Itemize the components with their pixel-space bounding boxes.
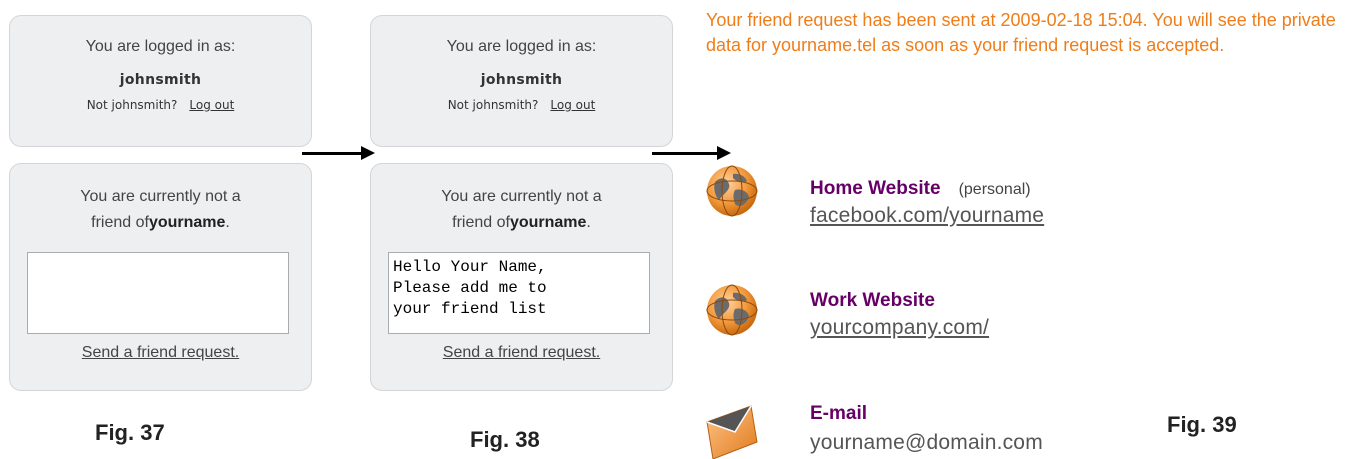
- friend-request-panel: You are currently not a friend ofyournam…: [370, 163, 673, 391]
- arrow-right-icon: [302, 146, 375, 160]
- globe-icon: [706, 165, 758, 217]
- friend-name: yourname: [509, 214, 587, 231]
- send-friend-request-link[interactable]: Send a friend request.: [371, 344, 672, 362]
- not-friend-line-1: You are currently not a: [441, 188, 602, 205]
- friend-of-label: friend of: [91, 214, 149, 231]
- entry-title-text: Home Website: [810, 178, 941, 199]
- friend-of-label: friend of: [452, 214, 510, 231]
- entry-title-text: Work Website: [810, 290, 935, 311]
- not-friend-line-2: friend ofyourname.: [10, 210, 311, 236]
- entry-title: E-mail: [810, 403, 867, 425]
- period: .: [225, 214, 230, 231]
- not-user-row: Not johnsmith? Log out: [10, 98, 311, 112]
- message-box[interactable]: Hello Your Name, Please add me to your f…: [388, 252, 650, 334]
- logout-link[interactable]: Log out: [189, 98, 234, 112]
- login-panel: You are logged in as: johnsmith Not john…: [370, 15, 673, 147]
- entry-title-text: E-mail: [810, 403, 868, 424]
- logged-in-label: You are logged in as:: [85, 38, 236, 55]
- message-textarea[interactable]: Hello Your Name, Please add me to your f…: [389, 253, 649, 333]
- username: johnsmith: [119, 72, 202, 88]
- envelope-icon: [706, 405, 758, 459]
- period: .: [586, 214, 591, 231]
- message-box[interactable]: [27, 252, 289, 334]
- email-value: yourname@domain.com: [810, 431, 1043, 454]
- globe-icon: [706, 284, 758, 336]
- not-friend-line-1: You are currently not a: [80, 188, 241, 205]
- login-panel: You are logged in as: johnsmith Not john…: [9, 15, 312, 147]
- entry-title: Work Website: [810, 290, 935, 312]
- logout-link[interactable]: Log out: [550, 98, 595, 112]
- friend-request-sent-status: Your friend request has been sent at 200…: [706, 10, 1336, 55]
- not-user-label: Not johnsmith?: [86, 98, 178, 112]
- figure-caption: Fig. 39: [1167, 412, 1237, 437]
- friend-request-panel: You are currently not a friend ofyournam…: [9, 163, 312, 391]
- username: johnsmith: [480, 72, 563, 88]
- logged-in-label: You are logged in as:: [446, 38, 597, 55]
- figure-caption: Fig. 37: [95, 420, 165, 445]
- friend-name: yourname: [148, 214, 226, 231]
- not-friend-line-2: friend ofyourname.: [371, 210, 672, 236]
- entry-tag: (personal): [958, 181, 1031, 198]
- figure-caption: Fig. 38: [470, 427, 540, 452]
- not-user-label: Not johnsmith?: [447, 98, 539, 112]
- arrow-right-icon: [652, 146, 731, 160]
- home-website-link[interactable]: facebook.com/yourname: [810, 204, 1044, 228]
- send-friend-request-link[interactable]: Send a friend request.: [10, 344, 311, 362]
- work-website-link[interactable]: yourcompany.com/: [810, 316, 989, 340]
- message-textarea[interactable]: [28, 253, 288, 333]
- not-user-row: Not johnsmith? Log out: [371, 98, 672, 112]
- entry-title: Home Website (personal): [810, 178, 1031, 200]
